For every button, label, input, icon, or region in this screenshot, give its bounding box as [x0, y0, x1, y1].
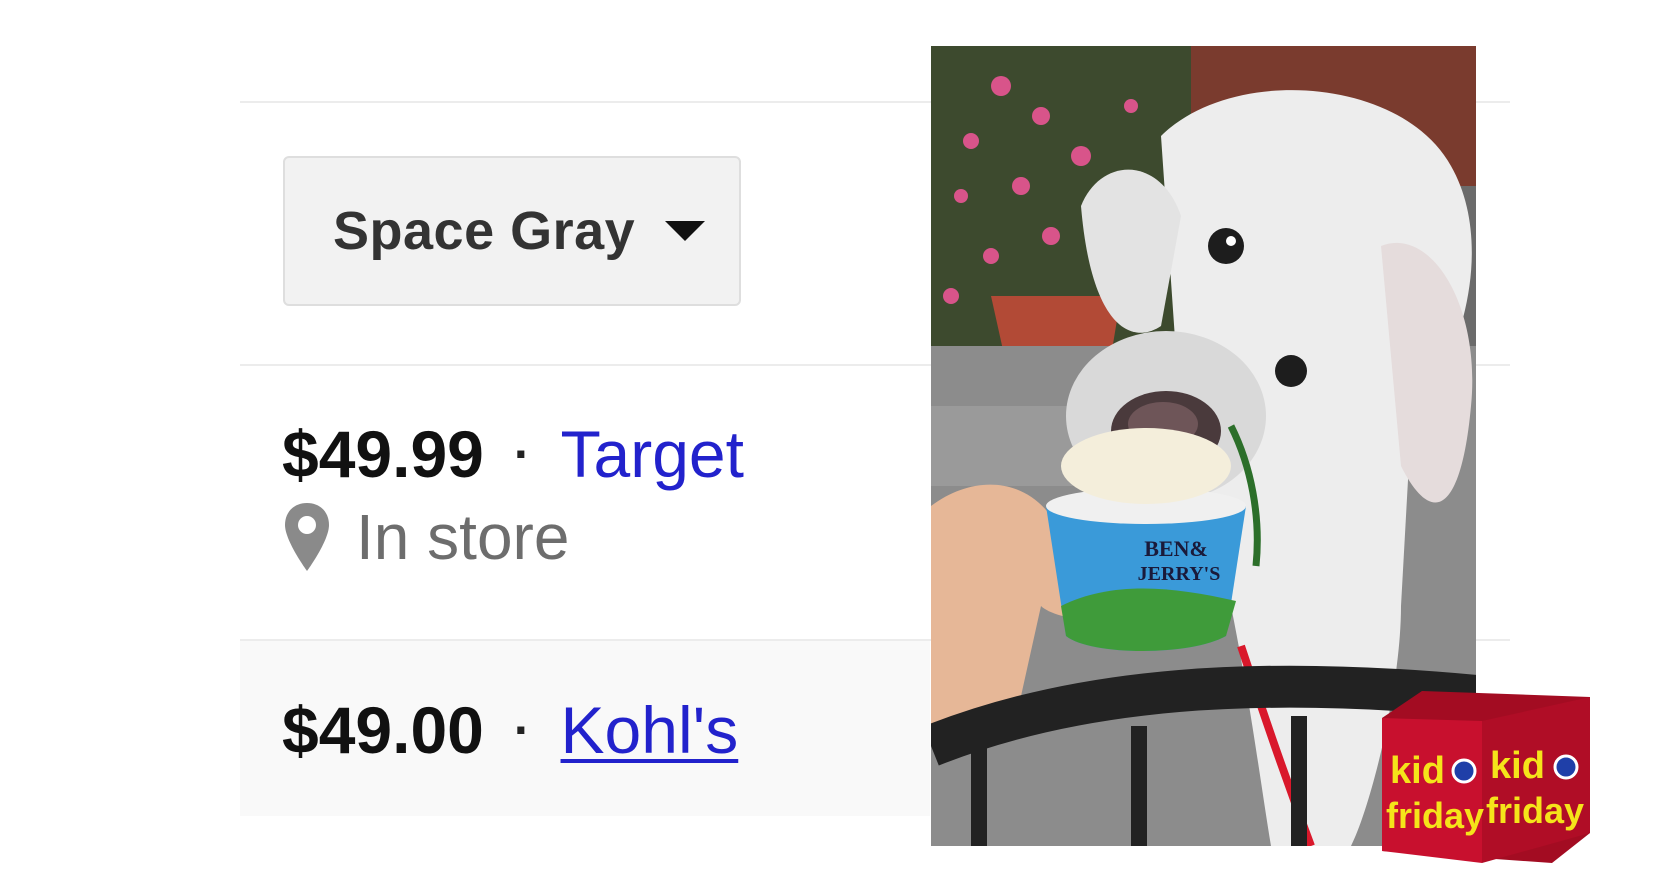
logo-word-friday: friday — [1386, 795, 1484, 836]
offer-price: $49.99 — [282, 417, 484, 491]
offer-row-target: $49.99 · Target — [282, 416, 744, 492]
cup-brand-text: BEN& — [1144, 536, 1208, 561]
store-link-kohls[interactable]: Kohl's — [561, 692, 739, 768]
offer-price: $49.00 — [282, 693, 484, 767]
availability-info: In store — [282, 500, 569, 574]
logo-word-kid: kid — [1490, 745, 1545, 787]
availability-text: In store — [356, 501, 570, 573]
kid-friday-logo: kid friday kid friday — [1382, 683, 1590, 863]
offer-row-kohls: $49.00 · Kohl's — [282, 692, 738, 768]
separator-dot: · — [513, 702, 531, 758]
separator-dot: · — [513, 426, 531, 482]
logo-word-kid: kid — [1390, 750, 1445, 792]
caret-down-icon — [665, 221, 706, 241]
logo-word-friday: friday — [1486, 790, 1584, 831]
cup-brand-text: JERRY'S — [1138, 563, 1221, 585]
star-badge-icon — [1553, 754, 1579, 780]
star-badge-icon — [1451, 758, 1477, 784]
color-dropdown[interactable]: Space Gray — [283, 156, 741, 306]
location-pin-icon — [285, 503, 329, 571]
store-link-target[interactable]: Target — [561, 416, 744, 492]
color-dropdown-label: Space Gray — [333, 201, 636, 261]
